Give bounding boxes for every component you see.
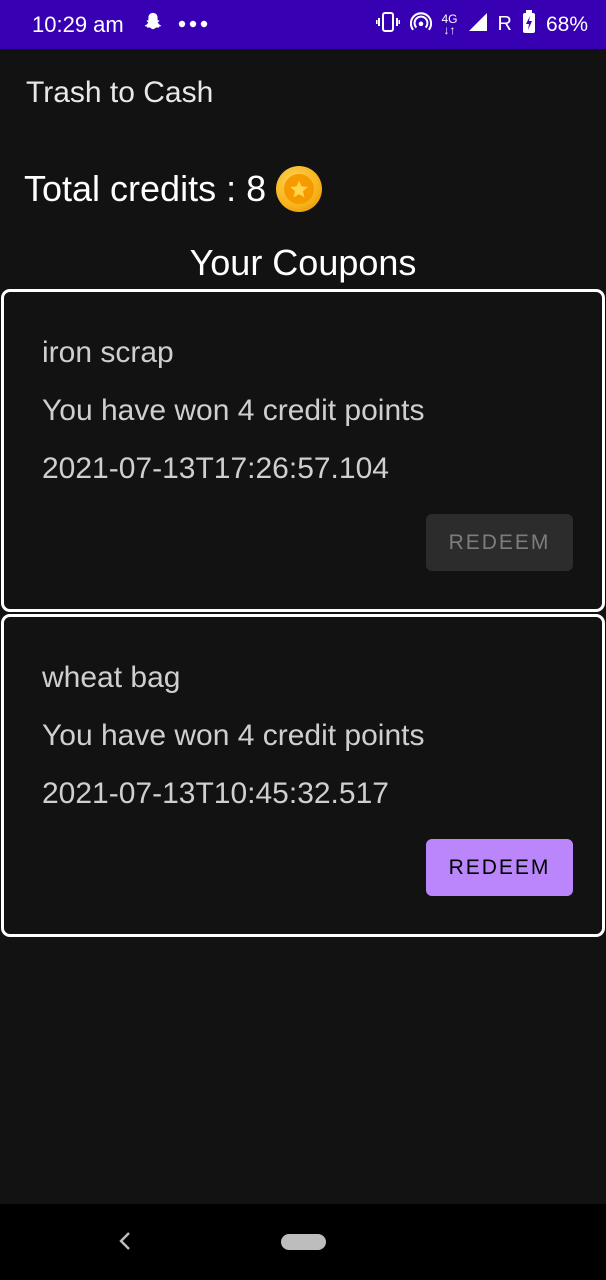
coupon-title: wheat bag <box>42 661 181 694</box>
app-title: Trash to Cash <box>26 76 214 109</box>
vibrate-icon <box>375 11 400 38</box>
coupons-heading: Your Coupons <box>189 242 417 283</box>
coupon-date: 2021-07-13T10:45:32.517 <box>42 777 389 810</box>
coupon-title: iron scrap <box>42 336 174 369</box>
status-time: 10:29 am <box>32 11 124 37</box>
network-type-text: 4G <box>441 11 458 26</box>
notification-icons <box>142 11 208 38</box>
coupon-card: wheat bag You have won 4 credit points 2… <box>1 614 605 937</box>
credits-row: Total credits : 8 <box>24 166 323 212</box>
system-status-icons: 4G ↓↑ R 68% <box>375 10 588 39</box>
coupon-message: You have won 4 credit points <box>42 394 425 427</box>
network-type-label: 4G ↓↑ <box>441 11 458 37</box>
total-credits-label: Total credits : 8 <box>24 168 267 209</box>
navigation-bar <box>0 1204 606 1280</box>
status-bar: 10:29 am 4G ↓↑ R 68% <box>0 0 606 49</box>
coin-star-icon <box>276 166 323 212</box>
coupon-message: You have won 4 credit points <box>42 719 425 752</box>
coupon-date: 2021-07-13T17:26:57.104 <box>42 452 389 485</box>
roaming-label: R <box>497 13 512 35</box>
more-dots-icon <box>178 16 208 34</box>
battery-icon <box>522 10 536 39</box>
coupon-card: iron scrap You have won 4 credit points … <box>1 289 605 612</box>
signal-icon <box>468 12 488 37</box>
redeem-button[interactable]: REDEEM <box>426 514 573 571</box>
redeem-button[interactable]: REDEEM <box>426 839 573 896</box>
snapchat-icon <box>142 11 164 38</box>
battery-percent: 68% <box>545 12 588 36</box>
hotspot-icon <box>409 11 432 38</box>
back-chevron-icon[interactable] <box>114 1224 136 1258</box>
home-pill-icon[interactable] <box>281 1234 326 1250</box>
